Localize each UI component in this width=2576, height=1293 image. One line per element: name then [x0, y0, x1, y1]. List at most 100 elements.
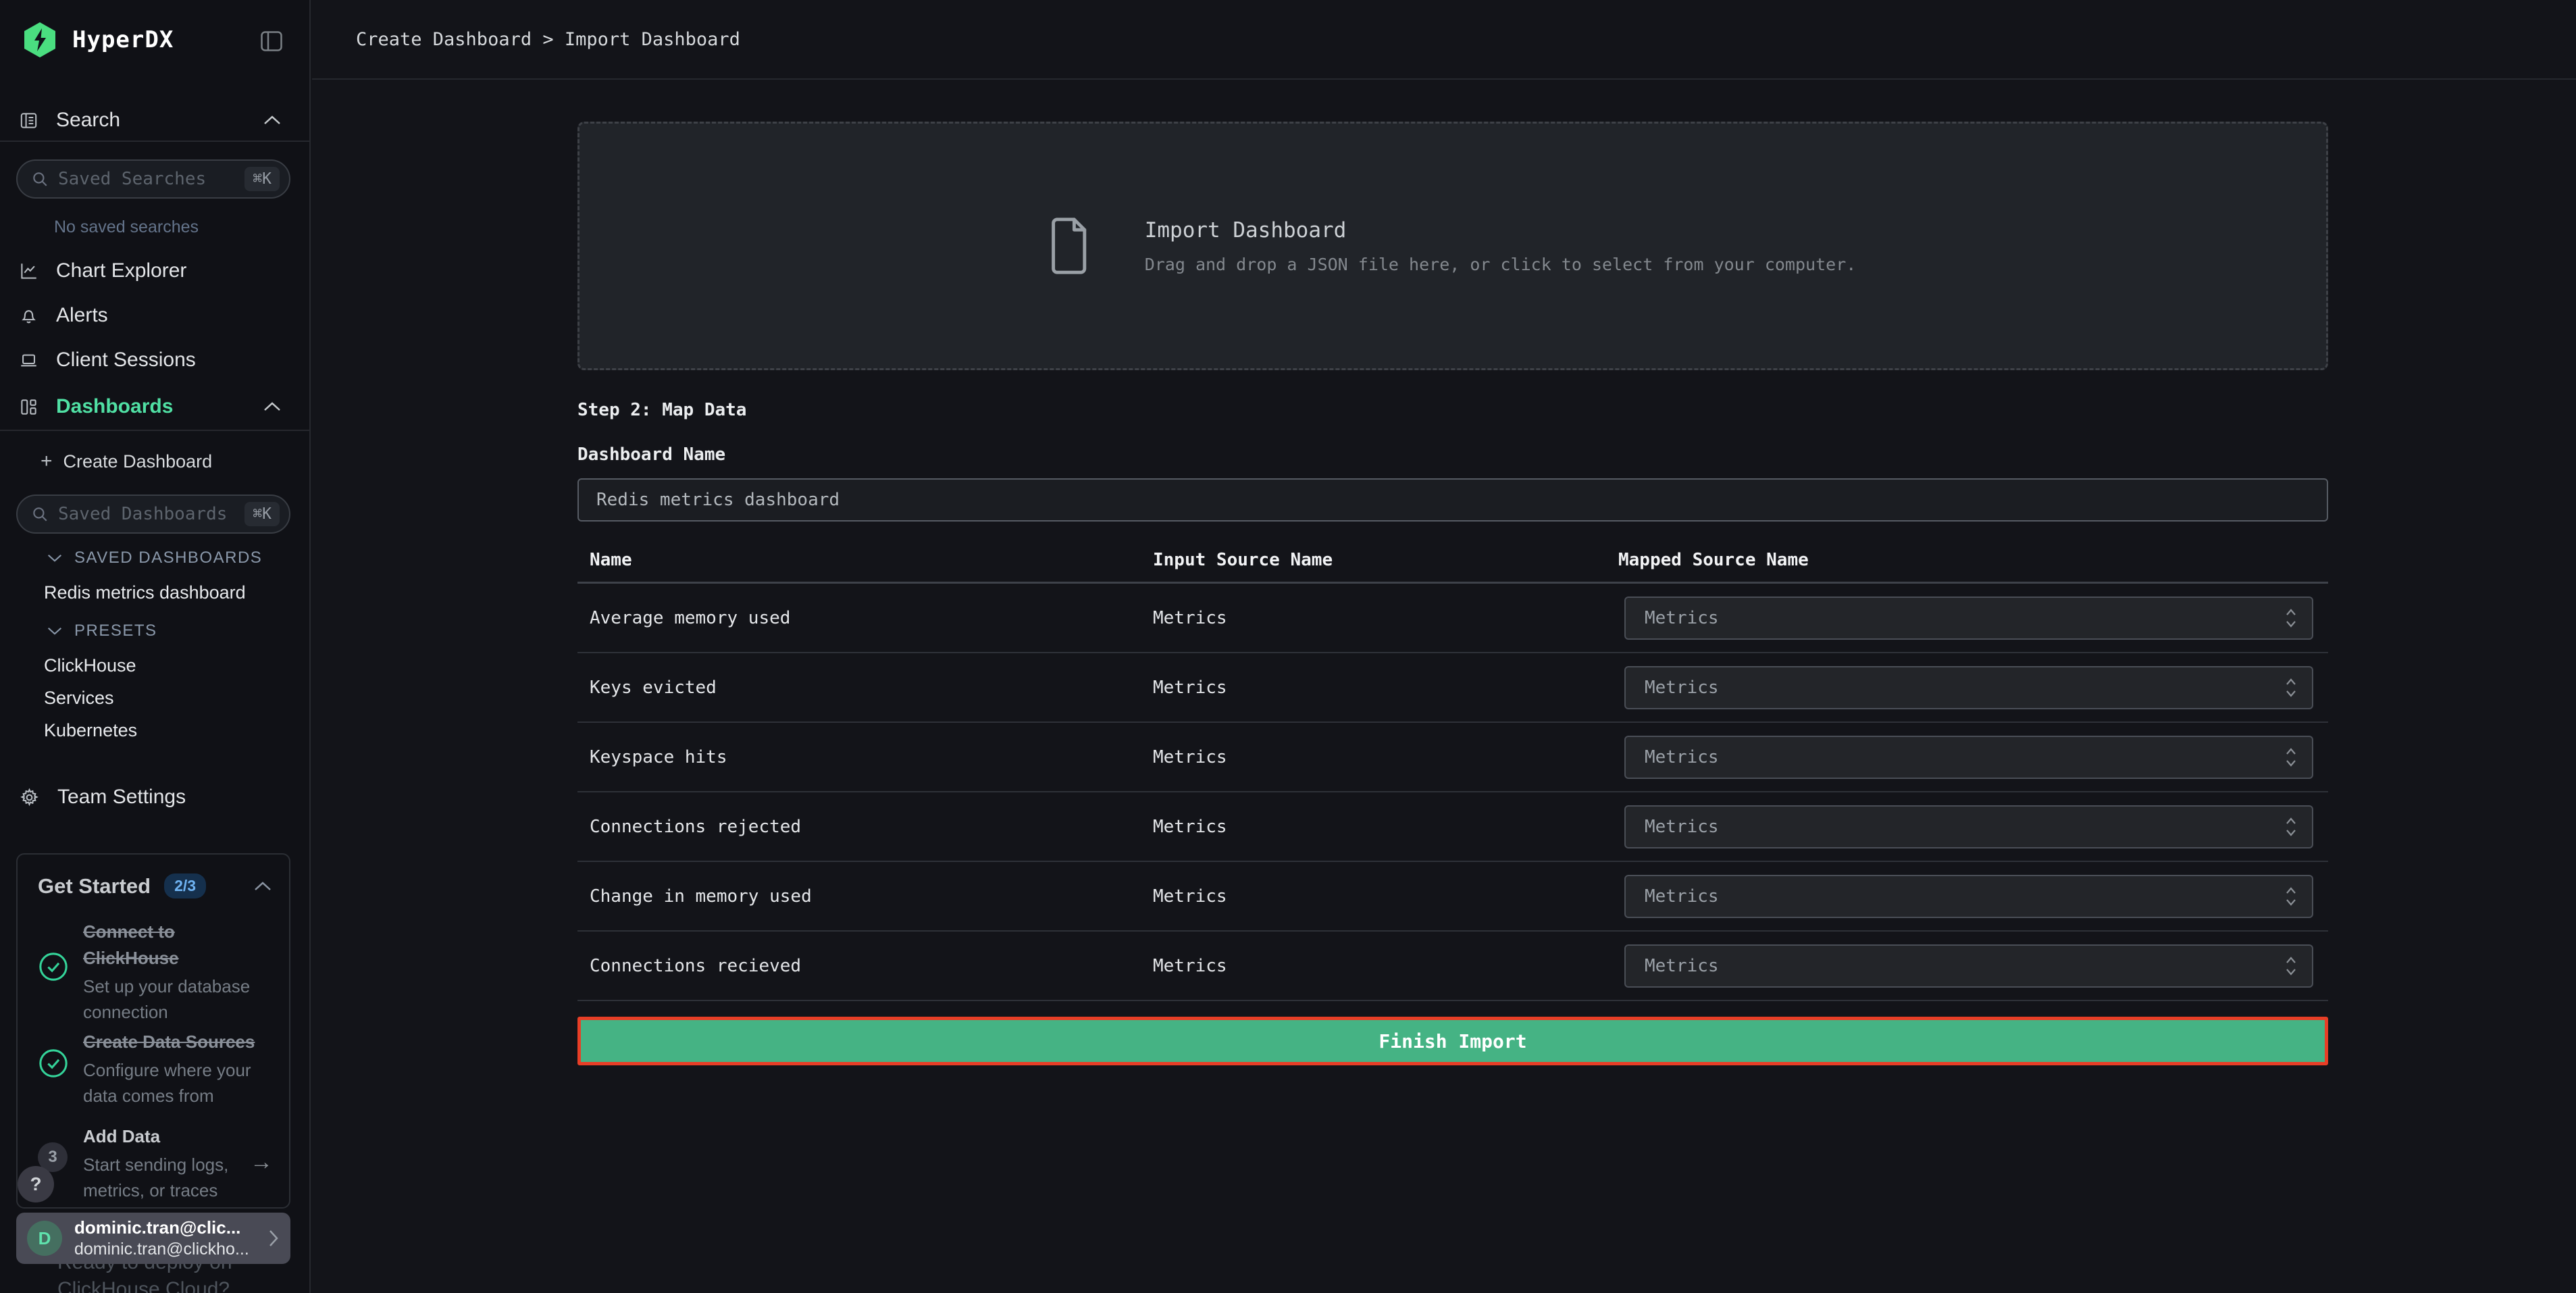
table-row: Change in memory used Metrics Metrics: [577, 862, 2328, 932]
column-header-mapped: Mapped Source Name: [1618, 550, 1809, 570]
sidebar-toggle-icon[interactable]: [261, 31, 282, 51]
column-header-input: Input Source Name: [1153, 550, 1333, 570]
chevron-down-icon: [47, 627, 62, 635]
sidebar-dashboard-redis-metrics[interactable]: Redis metrics dashboard: [44, 582, 246, 603]
sidebar-item-label: Client Sessions: [56, 349, 196, 372]
table-header: Name Input Source Name Mapped Source Nam…: [577, 540, 2328, 584]
presets-section-header[interactable]: PRESETS: [47, 622, 157, 640]
team-settings-label: Team Settings: [57, 786, 186, 809]
sidebar-preset-services[interactable]: Services: [44, 688, 114, 709]
dashboard-name-label: Dashboard Name: [577, 445, 725, 465]
get-started-panel: Get Started 2/3 Connect to ClickHouse Se…: [16, 853, 290, 1209]
shortcut-badge: ⌘K: [244, 502, 280, 526]
user-account-button[interactable]: D dominic.tran@clic... dominic.tran@clic…: [16, 1213, 290, 1264]
sidebar-item-chart-explorer[interactable]: Chart Explorer: [0, 249, 311, 293]
row-name: Keys evicted: [590, 678, 717, 698]
help-button[interactable]: ?: [18, 1166, 54, 1202]
step-label: Step 2: Map Data: [577, 400, 746, 420]
select-value: Metrics: [1645, 608, 2285, 628]
sidebar-item-label: Chart Explorer: [56, 259, 186, 282]
sidebar-section-search[interactable]: Search: [0, 100, 311, 142]
get-started-item-desc: Start sending logs, metrics, or traces: [83, 1152, 247, 1203]
user-email: dominic.tran@clickho...: [74, 1240, 269, 1259]
saved-dashboards-section-header[interactable]: SAVED DASHBOARDS: [47, 549, 262, 567]
search-section-icon: [20, 111, 38, 130]
dropzone-subtitle: Drag and drop a JSON file here, or click…: [1145, 255, 1857, 274]
page-header: Create Dashboard > Import Dashboard: [312, 0, 2576, 80]
chevron-right-icon: [269, 1229, 278, 1247]
main-area: Create Dashboard > Import Dashboard Impo…: [312, 0, 2576, 1293]
check-circle-icon: [38, 951, 69, 982]
section-label: PRESETS: [74, 622, 157, 640]
finish-import-button[interactable]: Finish Import: [577, 1017, 2328, 1065]
get-started-item-title: Add Data: [83, 1123, 247, 1150]
table-row: Connections recieved Metrics Metrics: [577, 932, 2328, 1001]
mapped-source-select[interactable]: Metrics: [1624, 666, 2313, 709]
saved-searches-search[interactable]: ⌘K: [16, 159, 290, 199]
row-name: Average memory used: [590, 608, 790, 628]
sidebar: HyperDX Search ⌘K No saved searches: [0, 0, 311, 1293]
plus-icon: +: [41, 450, 53, 473]
row-input: Metrics: [1153, 678, 1227, 698]
get-started-item-connect[interactable]: Connect to ClickHouse Set up your databa…: [38, 919, 274, 1025]
sidebar-item-dashboards[interactable]: Dashboards: [0, 384, 311, 431]
get-started-item-desc: Configure where your data comes from: [83, 1057, 274, 1109]
row-name: Change in memory used: [590, 886, 812, 907]
row-name: Connections rejected: [590, 817, 801, 837]
sidebar-item-team-settings[interactable]: Team Settings: [0, 775, 311, 819]
get-started-title: Get Started: [38, 874, 151, 898]
select-chevrons-icon: [2285, 607, 2297, 630]
table-row: Average memory used Metrics Metrics: [577, 584, 2328, 653]
mapped-source-select[interactable]: Metrics: [1624, 736, 2313, 779]
select-value: Metrics: [1645, 817, 2285, 837]
saved-dashboards-input[interactable]: [58, 504, 244, 524]
avatar: D: [27, 1221, 62, 1256]
get-started-item-add-data[interactable]: 3 Add Data Start sending logs, metrics, …: [38, 1123, 274, 1203]
saved-dashboards-search[interactable]: ⌘K: [16, 495, 290, 534]
progress-badge: 2/3: [164, 873, 206, 898]
dashboard-name-input[interactable]: [577, 478, 2328, 522]
row-input: Metrics: [1153, 747, 1227, 767]
mapped-source-select[interactable]: Metrics: [1624, 875, 2313, 918]
select-value: Metrics: [1645, 886, 2285, 907]
dropzone-title: Import Dashboard: [1145, 218, 1857, 243]
row-input: Metrics: [1153, 886, 1227, 907]
no-saved-searches-text: No saved searches: [54, 218, 199, 237]
app-title: HyperDX: [72, 26, 174, 53]
row-name: Keyspace hits: [590, 747, 727, 767]
search-icon: [31, 505, 49, 523]
create-dashboard-button[interactable]: + Create Dashboard: [41, 450, 212, 473]
arrow-right-icon: →: [250, 1149, 273, 1175]
select-chevrons-icon: [2285, 885, 2297, 908]
logo[interactable]: HyperDX: [0, 0, 311, 80]
section-label: SAVED DASHBOARDS: [74, 549, 262, 567]
sidebar-preset-clickhouse[interactable]: ClickHouse: [44, 655, 136, 676]
breadcrumb: Create Dashboard > Import Dashboard: [356, 29, 740, 50]
gear-icon: [20, 788, 39, 807]
mapped-source-select[interactable]: Metrics: [1624, 597, 2313, 640]
select-chevrons-icon: [2285, 815, 2297, 838]
saved-searches-input[interactable]: [58, 169, 244, 189]
mapped-source-select[interactable]: Metrics: [1624, 805, 2313, 848]
row-name: Connections recieved: [590, 956, 801, 976]
promo-line2: ClickHouse Cloud?: [57, 1278, 287, 1293]
laptop-icon: [20, 351, 38, 370]
mapped-source-select[interactable]: Metrics: [1624, 944, 2313, 988]
sidebar-item-alerts[interactable]: Alerts: [0, 293, 311, 338]
select-chevrons-icon: [2285, 676, 2297, 699]
select-chevrons-icon: [2285, 746, 2297, 769]
sidebar-item-client-sessions[interactable]: Client Sessions: [0, 338, 311, 382]
sidebar-item-label: Alerts: [56, 304, 108, 327]
get-started-item-sources[interactable]: Create Data Sources Configure where your…: [38, 1029, 274, 1109]
sidebar-preset-kubernetes[interactable]: Kubernetes: [44, 720, 137, 741]
shortcut-badge: ⌘K: [244, 167, 280, 191]
row-input: Metrics: [1153, 817, 1227, 837]
table-row: Keys evicted Metrics Metrics: [577, 653, 2328, 723]
chevron-up-icon: [263, 402, 281, 411]
get-started-item-title: Create Data Sources: [83, 1029, 274, 1055]
create-dashboard-label: Create Dashboard: [63, 451, 213, 472]
file-icon: [1050, 218, 1087, 274]
json-dropzone[interactable]: Import Dashboard Drag and drop a JSON fi…: [577, 122, 2328, 370]
sidebar-item-label: Dashboards: [56, 395, 173, 418]
chevron-up-icon[interactable]: [254, 882, 272, 891]
